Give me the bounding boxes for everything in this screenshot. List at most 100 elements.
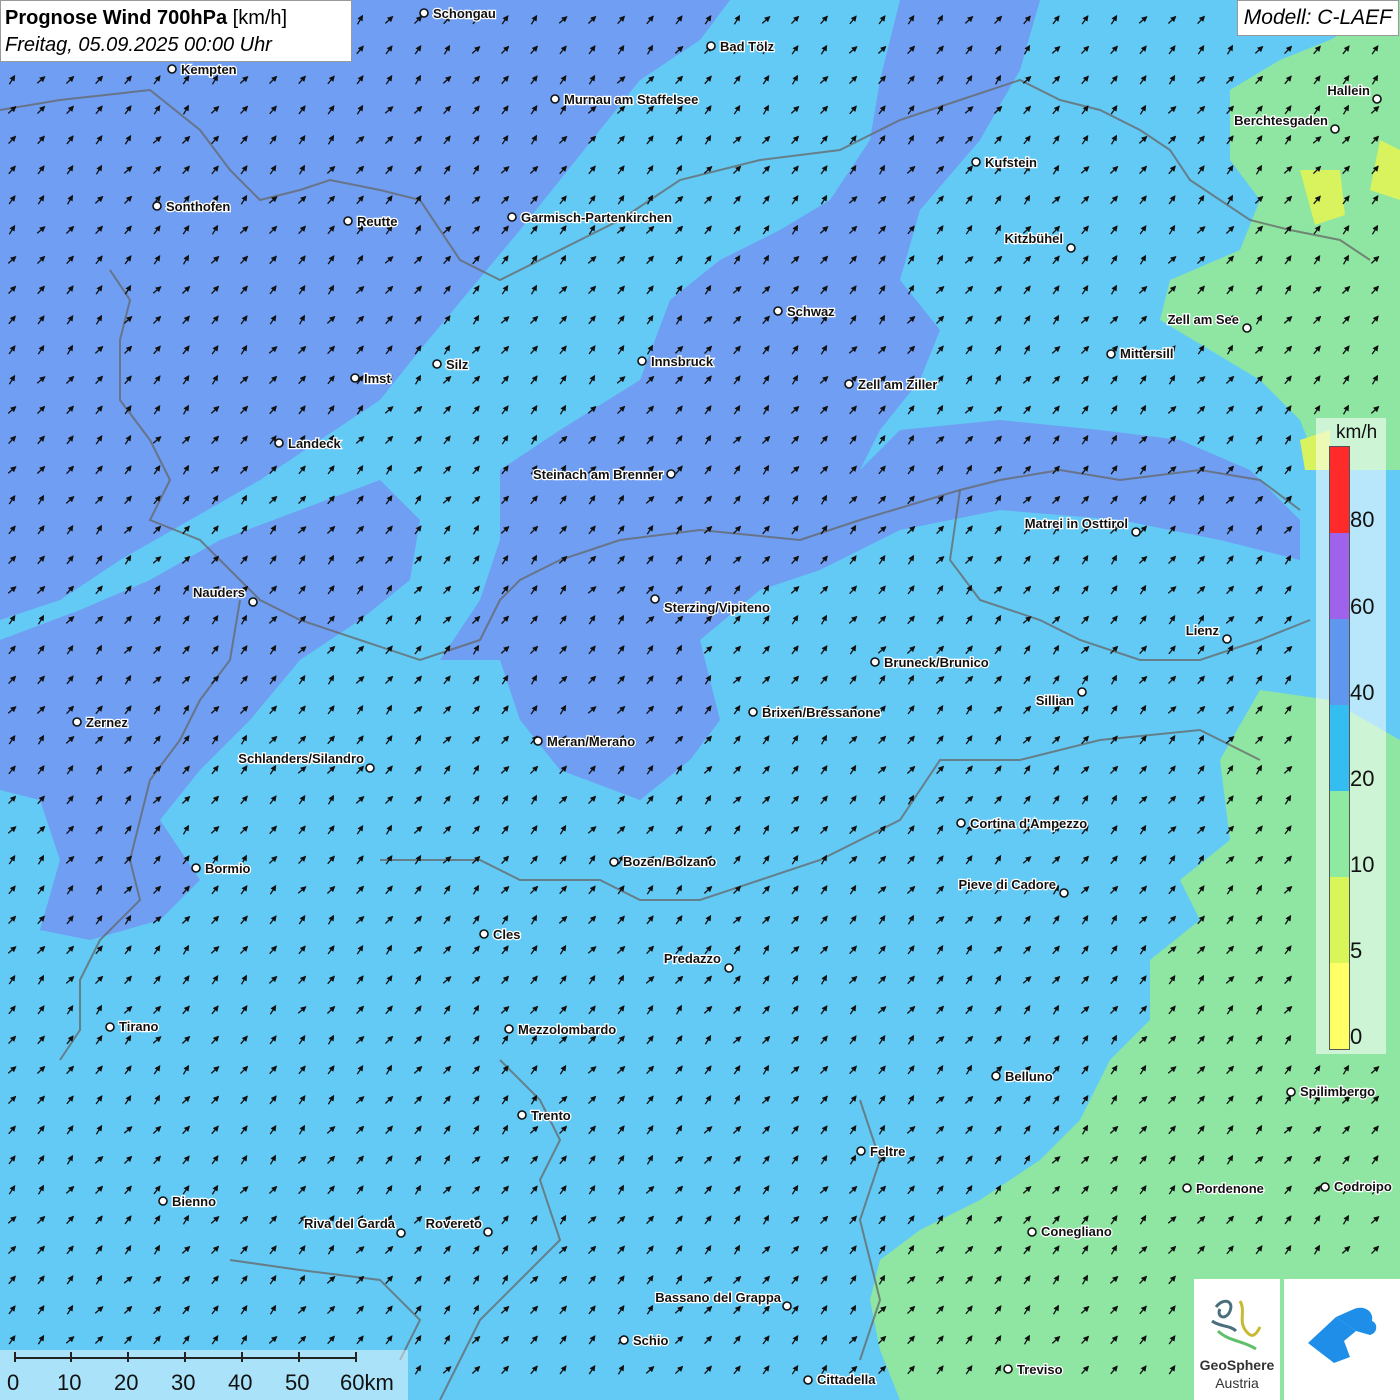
place-dot	[1182, 1183, 1192, 1193]
place-dot	[619, 1335, 629, 1345]
legend-seg-20	[1330, 705, 1349, 791]
place-dot	[956, 818, 966, 828]
place-label: Bozen/Bolzano	[623, 854, 716, 869]
place-dot	[533, 736, 543, 746]
place-label: Sillian	[1036, 693, 1074, 708]
legend-label-60: 60	[1350, 594, 1375, 619]
place-dot	[1286, 1087, 1296, 1097]
place-label: Brixen/Bressanone	[762, 705, 881, 720]
place-dot	[504, 1024, 514, 1034]
legend-seg-10	[1330, 791, 1349, 877]
place-label: Rovereto	[426, 1216, 482, 1231]
place-dot	[167, 64, 177, 74]
place-label: Silz	[446, 357, 469, 372]
wind-map[interactable]: Schongau Bad Tölz Kempten Murnau am Staffel…	[0, 0, 1400, 1400]
place-label: Bruneck/Brunico	[884, 655, 989, 670]
place-label: Bienno	[172, 1194, 216, 1209]
legend-label-0: 0	[1350, 1024, 1363, 1049]
place-dot	[971, 157, 981, 167]
place-label: Cles	[493, 927, 520, 942]
place-dot	[1106, 349, 1116, 359]
scale-label-10: 10	[57, 1370, 82, 1395]
place-label: Nauders	[193, 585, 245, 600]
place-label: Riva del Garda	[304, 1216, 396, 1231]
place-label: Kufstein	[985, 155, 1037, 170]
place-dot	[152, 201, 162, 211]
scale-label-30: 30	[171, 1370, 196, 1395]
place-label: Pieve di Cadore	[958, 877, 1056, 892]
place-dot	[1059, 888, 1069, 898]
place-label: Trento	[531, 1108, 571, 1123]
place-dot	[72, 717, 82, 727]
place-label: Cortina d'Ampezzo	[970, 816, 1087, 831]
scale-tick	[127, 1352, 129, 1362]
place-dot	[1131, 527, 1141, 537]
model-label: Modell: C-LAEF	[1236, 0, 1399, 36]
legend-label-40: 40	[1350, 680, 1375, 705]
place-label: Lienz	[1186, 623, 1220, 638]
place-dot	[550, 94, 560, 104]
place-dot	[517, 1110, 527, 1120]
place-dot	[609, 857, 619, 867]
geosphere-emblem-icon	[1211, 1299, 1262, 1351]
place-label: Tirano	[119, 1019, 159, 1034]
place-dot	[365, 763, 375, 773]
place-label: Zernez	[86, 715, 128, 730]
geosphere-subtext: Austria	[1215, 1375, 1259, 1391]
place-dot	[479, 929, 489, 939]
geosphere-logo[interactable]: GeoSphere Austria	[1194, 1279, 1280, 1400]
place-label: Bassano del Grappa	[655, 1290, 781, 1305]
place-dot	[1330, 124, 1340, 134]
legend-label-5: 5	[1350, 938, 1363, 963]
place-dot	[844, 379, 854, 389]
place-label: Mittersill	[1120, 346, 1173, 361]
place-dot	[637, 356, 647, 366]
place-label: Spilimbergo	[1300, 1084, 1375, 1099]
place-label: Matrei in Osttirol	[1025, 516, 1128, 531]
place-label: Schwaz	[787, 304, 835, 319]
place-label: Bad Tölz	[720, 39, 775, 54]
place-label: Predazzo	[664, 951, 721, 966]
place-label: Kitzbühel	[1005, 231, 1064, 246]
place-dot	[248, 597, 258, 607]
scale-label-0: 0	[7, 1370, 20, 1395]
place-dot	[158, 1196, 168, 1206]
scale-label-40: 40	[228, 1370, 253, 1395]
legend-color-bar	[1329, 446, 1350, 1050]
place-label: Landeck	[288, 436, 342, 451]
place-dot	[1066, 243, 1076, 253]
place-label: Zell am See	[1167, 312, 1239, 327]
map-unit: [km/h]	[232, 7, 288, 29]
place-label: Codroipo	[1334, 1179, 1392, 1194]
legend-label-20: 20	[1350, 766, 1375, 791]
legend-seg-0	[1330, 963, 1349, 1049]
place-label: Kempten	[181, 62, 237, 77]
place-dot	[1077, 687, 1087, 697]
place-label: Schio	[633, 1333, 668, 1348]
scale-tick	[70, 1352, 72, 1362]
place-dot	[1222, 634, 1232, 644]
place-dot	[748, 707, 758, 717]
place-label: Innsbruck	[651, 354, 714, 369]
place-label: Berchtesgaden	[1234, 113, 1328, 128]
place-dot	[343, 216, 353, 226]
place-dot	[1372, 94, 1382, 104]
legend-seg-60	[1330, 533, 1349, 619]
place-dot	[870, 657, 880, 667]
place-label: Belluno	[1005, 1069, 1053, 1084]
place-label: Schlanders/Silandro	[238, 751, 364, 766]
scale-tick	[298, 1352, 300, 1362]
place-dot	[666, 469, 676, 479]
place-label: Zell am Ziller	[858, 377, 937, 392]
place-dot	[274, 438, 284, 448]
place-label: Steinach am Brenner	[533, 467, 663, 482]
place-label: Hallein	[1327, 83, 1370, 98]
place-dot	[350, 373, 360, 383]
legend-label-80: 80	[1350, 507, 1375, 532]
weather-app-logo[interactable]	[1284, 1279, 1400, 1400]
place-label: Sterzing/Vipiteno	[664, 600, 770, 615]
place-dot	[1242, 323, 1252, 333]
place-label: Imst	[364, 371, 391, 386]
place-label: Mezzolombardo	[518, 1022, 616, 1037]
legend-seg-5	[1330, 877, 1349, 963]
